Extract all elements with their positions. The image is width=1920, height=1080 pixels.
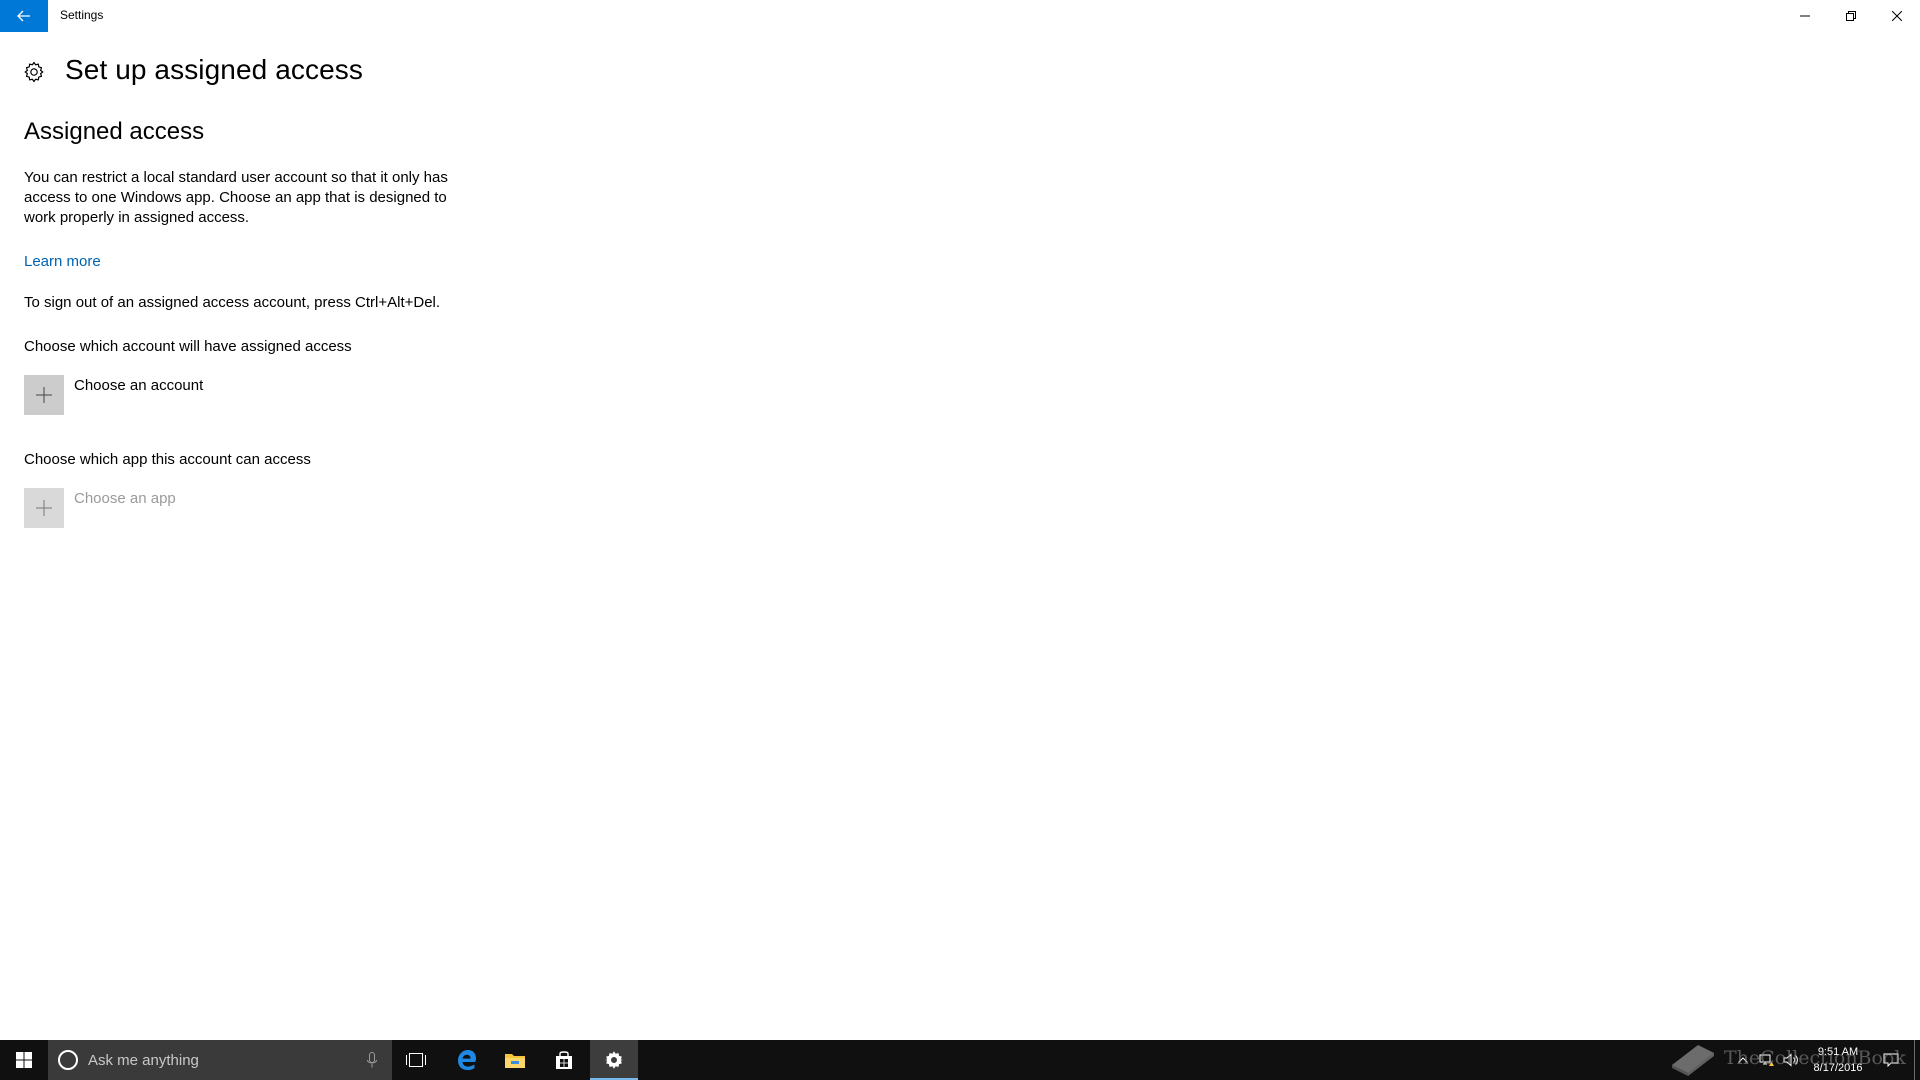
signout-note: To sign out of an assigned access accoun… bbox=[24, 294, 441, 311]
account-section-label: Choose which account will have assigned … bbox=[24, 338, 352, 355]
task-view-icon bbox=[406, 1053, 426, 1067]
page-title: Set up assigned access bbox=[65, 54, 363, 85]
edge-button[interactable] bbox=[443, 1040, 491, 1080]
book-icon bbox=[1672, 1045, 1714, 1076]
minimize-button[interactable] bbox=[1782, 0, 1828, 32]
show-desktop-button[interactable] bbox=[1914, 1040, 1915, 1080]
microphone-button[interactable] bbox=[364, 1050, 380, 1070]
arrow-left-icon bbox=[17, 10, 30, 22]
window-title: Settings bbox=[60, 8, 104, 22]
microphone-icon bbox=[367, 1052, 377, 1068]
edge-icon bbox=[458, 1050, 476, 1070]
learn-more-link[interactable]: Learn more bbox=[24, 253, 101, 270]
settings-taskbar-button[interactable] bbox=[590, 1040, 638, 1080]
store-icon bbox=[556, 1051, 572, 1069]
search-box[interactable]: Ask me anything bbox=[48, 1040, 392, 1080]
gear-icon bbox=[24, 61, 44, 83]
file-explorer-icon bbox=[505, 1054, 525, 1068]
choose-app-label[interactable]: Choose an app bbox=[74, 490, 176, 507]
plus-icon bbox=[36, 500, 52, 516]
minimize-icon bbox=[1800, 15, 1810, 17]
close-button[interactable] bbox=[1874, 0, 1920, 32]
file-explorer-button[interactable] bbox=[491, 1040, 539, 1080]
choose-app-button[interactable] bbox=[24, 488, 64, 528]
store-button[interactable] bbox=[540, 1040, 588, 1080]
task-view-button[interactable] bbox=[392, 1040, 440, 1080]
windows-logo-icon bbox=[16, 1052, 32, 1068]
title-bar: Settings bbox=[0, 0, 1920, 32]
plus-icon bbox=[36, 387, 52, 403]
watermark-text: TheCollectionBook bbox=[1724, 1047, 1906, 1069]
taskbar: Ask me anything 9:51 AM 8/17/2016 bbox=[0, 1040, 1920, 1080]
choose-account-button[interactable] bbox=[24, 375, 64, 415]
settings-icon bbox=[605, 1051, 623, 1069]
restore-icon bbox=[1846, 11, 1856, 21]
section-title: Assigned access bbox=[24, 118, 205, 145]
back-button[interactable] bbox=[0, 0, 48, 32]
cortana-icon bbox=[58, 1050, 78, 1070]
start-button[interactable] bbox=[0, 1040, 48, 1080]
restore-button[interactable] bbox=[1828, 0, 1874, 32]
description-text: You can restrict a local standard user a… bbox=[24, 169, 448, 226]
choose-account-label[interactable]: Choose an account bbox=[74, 377, 203, 394]
app-section-label: Choose which app this account can access bbox=[24, 451, 311, 468]
search-placeholder: Ask me anything bbox=[88, 1051, 199, 1069]
watermark: TheCollectionBook bbox=[1668, 1036, 1906, 1080]
close-icon bbox=[1892, 11, 1902, 21]
